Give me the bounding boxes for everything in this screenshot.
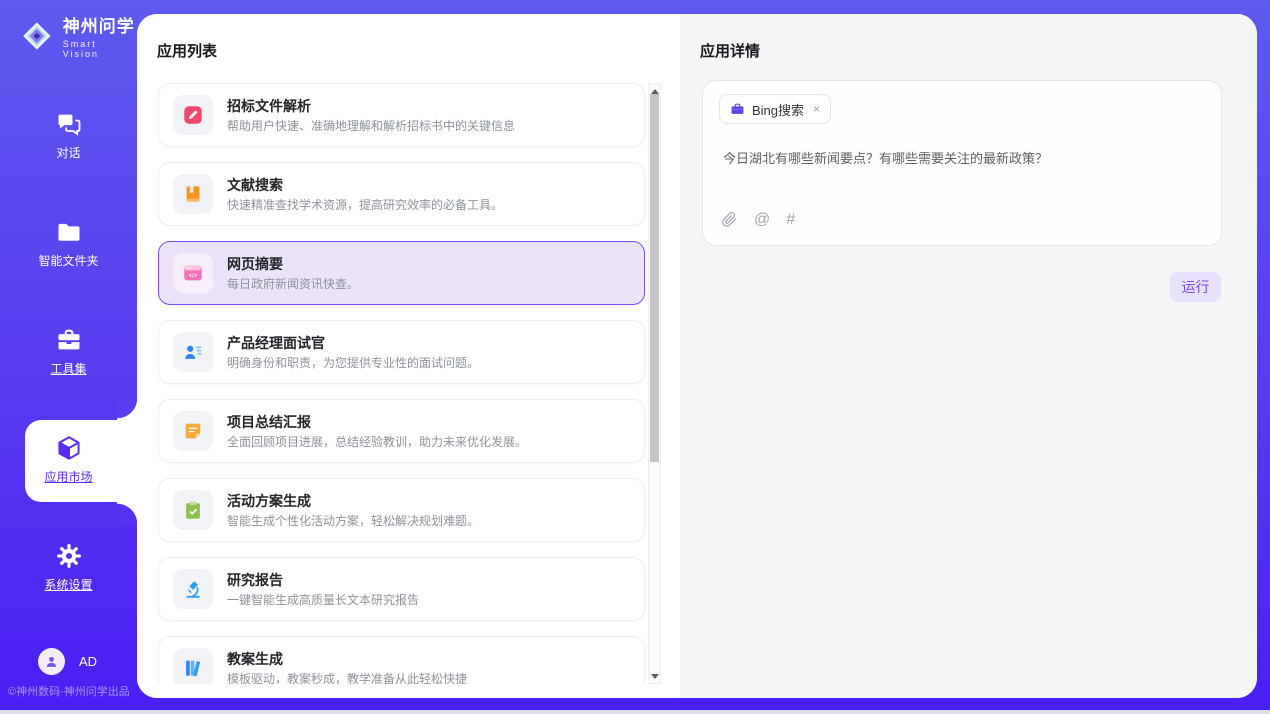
app-item-title: 活动方案生成 xyxy=(227,492,479,510)
microscope-icon xyxy=(182,578,204,600)
scrollbar-down-arrow[interactable] xyxy=(649,670,660,682)
sidebar-item-smart-folder[interactable]: 智能文件夹 xyxy=(0,218,137,269)
composer-toolbar: @ # xyxy=(721,211,795,228)
gear-icon xyxy=(55,542,83,570)
app-item-description: 快速精准查找学术资源，提高研究效率的必备工具。 xyxy=(227,198,503,213)
bubble-curve-top xyxy=(117,398,137,420)
browser-icon: </> xyxy=(182,262,204,284)
sidebar-item-settings[interactable]: 系统设置 xyxy=(0,542,137,593)
sidebar-item-label: 对话 xyxy=(0,144,137,161)
app-item-description: 帮助用户快速、准确地理解和解析招标书中的关键信息 xyxy=(227,119,515,134)
note-icon xyxy=(182,420,204,442)
list-item-web-summary[interactable]: </> 网页摘要 每日政府新闻资讯快查。 xyxy=(158,241,645,305)
list-item-pm-interviewer[interactable]: 产品经理面试官 明确身份和职责，为您提供专业性的面试问题。 xyxy=(158,320,645,384)
app-list-scroll-area: 招标文件解析 帮助用户快速、准确地理解和解析招标书中的关键信息 文献搜索 快速精… xyxy=(158,83,647,684)
icon-container xyxy=(173,411,213,451)
app-item-description: 每日政府新闻资讯快查。 xyxy=(227,277,359,292)
icon-container xyxy=(173,569,213,609)
user-account[interactable]: AD xyxy=(38,648,97,675)
app-item-title: 教案生成 xyxy=(227,650,467,668)
icon-container xyxy=(173,332,213,372)
app-item-title: 项目总结汇报 xyxy=(227,413,527,431)
interviewer-icon xyxy=(182,341,204,363)
app-item-title: 产品经理面试官 xyxy=(227,334,479,352)
edit-icon xyxy=(182,104,204,126)
svg-text:</>: </> xyxy=(189,273,198,279)
toolbox-icon xyxy=(55,326,83,354)
app-logo: 神州问学 Smart Vision xyxy=(18,12,137,59)
book-icon xyxy=(182,183,204,205)
icon-container xyxy=(173,174,213,214)
sidebar-item-label: 智能文件夹 xyxy=(0,252,137,269)
app-detail-title: 应用详情 xyxy=(700,40,760,61)
bubble-curve-bottom xyxy=(117,502,137,524)
icon-container xyxy=(173,95,213,135)
app-item-title: 招标文件解析 xyxy=(227,97,515,115)
app-item-description: 全面回顾项目进展，总结经验教训，助力未来优化发展。 xyxy=(227,435,527,450)
attachment-icon[interactable] xyxy=(721,211,738,228)
app-item-description: 明确身份和职责，为您提供专业性的面试问题。 xyxy=(227,356,479,371)
sidebar-item-label: 应用市场 xyxy=(0,468,137,485)
sidebar-item-label: 工具集 xyxy=(0,360,137,377)
sidebar-item-app-market[interactable]: 应用市场 xyxy=(0,434,137,485)
app-item-title: 研究报告 xyxy=(227,571,419,589)
brand-name: 神州问学 xyxy=(63,12,137,37)
hash-icon[interactable]: # xyxy=(786,211,795,228)
person-icon xyxy=(43,653,60,670)
sidebar-item-toolset[interactable]: 工具集 xyxy=(0,326,137,377)
list-item-event-plan[interactable]: 活动方案生成 智能生成个性化活动方案，轻松解决规划难题。 xyxy=(158,478,645,542)
sidebar-item-label: 系统设置 xyxy=(0,576,137,593)
app-item-description: 模板驱动，教案秒成，教学准备从此轻松快捷 xyxy=(227,672,467,685)
brand-subtitle: Smart Vision xyxy=(63,39,137,59)
query-card[interactable]: Bing搜索 × 今日湖北有哪些新闻要点？有哪些需要关注的最新政策？ @ # xyxy=(702,80,1222,246)
avatar xyxy=(38,648,65,675)
app-item-description: 智能生成个性化活动方案，轻松解决规划难题。 xyxy=(227,514,479,529)
icon-container: </> xyxy=(173,253,213,293)
diamond-logo-icon xyxy=(18,17,56,55)
tool-tag-label: Bing搜索 xyxy=(752,100,804,119)
sidebar-footer: ©神州数码·神州问学出品 xyxy=(8,683,137,699)
window-bottom-edge xyxy=(0,710,1270,714)
tag-close-icon[interactable]: × xyxy=(813,102,820,116)
app-item-description: 一键智能生成高质量长文本研究报告 xyxy=(227,593,419,608)
list-item-research-report[interactable]: 研究报告 一键智能生成高质量长文本研究报告 xyxy=(158,557,645,621)
icon-container xyxy=(173,490,213,530)
scrollbar-thumb[interactable] xyxy=(650,94,659,462)
list-item-lesson-plan[interactable]: 教案生成 模板驱动，教案秒成，教学准备从此轻松快捷 xyxy=(158,636,645,684)
list-item-bid-document-parse[interactable]: 招标文件解析 帮助用户快速、准确地理解和解析招标书中的关键信息 xyxy=(158,83,645,147)
sidebar-item-chat[interactable]: 对话 xyxy=(0,110,137,161)
folder-icon xyxy=(55,218,83,246)
app-item-title: 文献搜索 xyxy=(227,176,503,194)
user-initials: AD xyxy=(79,654,97,669)
list-item-literature-search[interactable]: 文献搜索 快速精准查找学术资源，提高研究效率的必备工具。 xyxy=(158,162,645,226)
main-content: 应用列表 招标文件解析 帮助用户快速、准确地理解和解析招标书中的关键信息 xyxy=(137,14,1257,698)
clipboard-check-icon xyxy=(182,499,204,521)
query-text[interactable]: 今日湖北有哪些新闻要点？有哪些需要关注的最新政策？ xyxy=(723,149,1193,169)
run-button[interactable]: 运行 xyxy=(1170,272,1221,302)
app-list-panel: 应用列表 招标文件解析 帮助用户快速、准确地理解和解析招标书中的关键信息 xyxy=(137,14,680,698)
list-item-project-summary[interactable]: 项目总结汇报 全面回顾项目进展，总结经验教训，助力未来优化发展。 xyxy=(158,399,645,463)
app-list-title: 应用列表 xyxy=(157,40,217,61)
tool-tag-bing-search[interactable]: Bing搜索 × xyxy=(719,94,831,124)
sidebar: 神州问学 Smart Vision 对话 智能文件夹 工具集 应 xyxy=(0,0,137,714)
mention-icon[interactable]: @ xyxy=(754,211,770,228)
app-item-title: 网页摘要 xyxy=(227,255,359,273)
chat-icon xyxy=(55,110,83,138)
app-detail-panel: 应用详情 Bing搜索 × 今日湖北有哪些新闻要点？有哪些需要关注的最新政策？ … xyxy=(680,14,1257,698)
briefcase-icon xyxy=(730,102,745,117)
books-icon xyxy=(182,657,204,679)
icon-container xyxy=(173,648,213,684)
cube-icon xyxy=(55,434,83,462)
list-scrollbar[interactable] xyxy=(648,83,661,684)
